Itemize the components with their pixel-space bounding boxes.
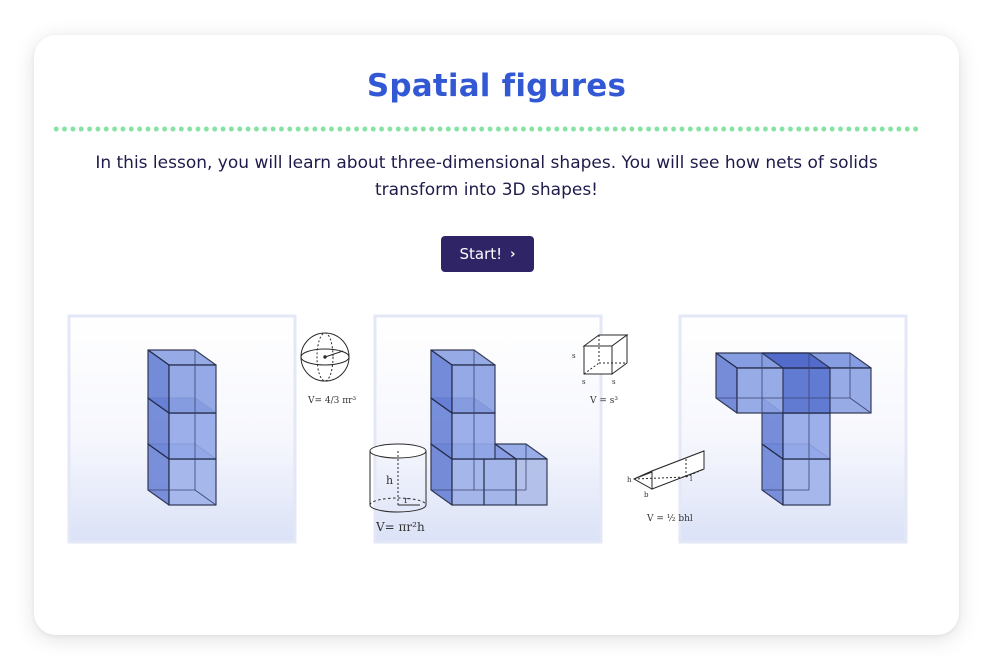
lesson-description: In this lesson, you will learn about thr…: [95, 153, 878, 200]
dotted-divider: [52, 126, 921, 132]
cylinder-radius-label: r: [404, 496, 409, 506]
lesson-card: Spatial figures In this lesson, you will…: [34, 35, 959, 635]
cube-column-figure: [147, 349, 217, 506]
prism-height-label: h: [627, 476, 632, 484]
cube-sketch: [582, 334, 629, 375]
chevron-right-icon: ›: [510, 246, 516, 262]
lesson-illustration: V= 4/3 πr³ h r V= πr²h s s s V = s³ h b …: [67, 314, 908, 544]
cube-side-label-2: s: [582, 378, 586, 386]
cube-side-label-3: s: [612, 378, 616, 386]
start-button[interactable]: Start! ›: [441, 236, 534, 272]
prism-formula: V = ½ bhl: [646, 513, 693, 524]
lesson-title: Spatial figures: [366, 68, 627, 104]
cylinder-height-label: h: [386, 474, 393, 487]
start-button-label: Start!: [459, 245, 503, 263]
cube-formula: V = s³: [589, 396, 618, 406]
cylinder-formula: V= πr²h: [375, 520, 425, 534]
cube-side-label-1: s: [572, 352, 576, 360]
sphere-formula: V= 4/3 πr³: [307, 396, 356, 406]
sphere-sketch: [300, 332, 350, 382]
prism-base-label: b: [644, 491, 649, 499]
